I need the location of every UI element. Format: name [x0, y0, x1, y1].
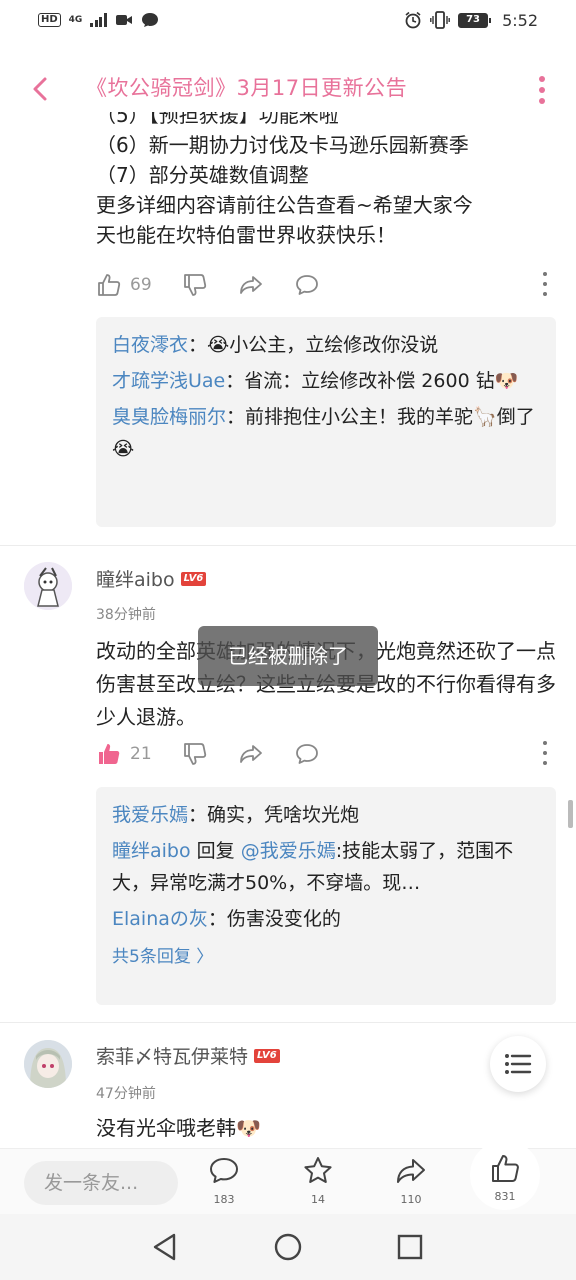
thumbs-up-filled-icon: [99, 744, 120, 764]
reply-author[interactable]: 才疏学浅Uae: [112, 370, 225, 392]
outline-button[interactable]: [490, 1036, 546, 1092]
hd-icon: HD: [38, 13, 61, 27]
thumbs-up-icon: [98, 274, 121, 296]
avatar[interactable]: [24, 562, 72, 610]
post-actions: 69: [96, 268, 556, 302]
nav-recents-icon[interactable]: [395, 1232, 425, 1262]
post-line: （7）部分英雄数值调整: [96, 163, 309, 187]
avatar[interactable]: [24, 1040, 72, 1088]
divider: [0, 1022, 576, 1023]
thumbs-down-icon: [183, 743, 206, 765]
share-button[interactable]: [238, 272, 264, 298]
status-left: HD 4G: [38, 12, 159, 28]
comment-bubble-icon: [295, 275, 318, 295]
nav-back-icon[interactable]: [150, 1232, 180, 1262]
reply-item[interactable]: 才疏学浅Uae：省流：立绘修改补偿 2600 钻🐶: [112, 365, 540, 397]
comment-author[interactable]: 瞳绊aibo LV6: [96, 565, 207, 592]
list-icon: [505, 1054, 532, 1074]
like-count: 21: [130, 744, 152, 764]
page-title: 《坎公骑冠剑》3月17日更新公告: [86, 76, 408, 100]
favorite-button[interactable]: 14: [288, 1155, 348, 1206]
status-bar: HD 4G 73 5:52: [0, 0, 576, 40]
reply-text: 省流：立绘修改补偿 2600 钻🐶: [244, 370, 519, 392]
reply-item[interactable]: 白夜澪衣：😭小公主，立绘修改你没说: [112, 329, 540, 361]
share-button[interactable]: 110: [381, 1155, 441, 1206]
favorites-count: 14: [311, 1193, 325, 1206]
signal-icon: [90, 13, 107, 27]
reply-text: 伤害没变化的: [226, 908, 341, 930]
battery-icon: 73: [458, 12, 492, 28]
post-body: （5）【预担获援】功能来啦 （6）新一期协力讨伐及卡马逊乐园新赛季 （7）部分英…: [96, 112, 556, 250]
reply-author[interactable]: Elainaの灰: [112, 908, 208, 930]
toast-message: 已经被删除了: [198, 626, 378, 686]
level-badge: LV6: [254, 1048, 280, 1063]
like-button[interactable]: 831: [475, 1152, 535, 1203]
post-line: （5）【预担获援】功能来啦: [96, 112, 339, 127]
post-line: 更多详细内容请前往公告查看~希望大家今: [96, 193, 473, 217]
vibrate-icon: [430, 11, 450, 29]
reply-author[interactable]: 瞳绊aibo: [112, 840, 191, 862]
network-type: 4G: [68, 14, 83, 25]
reply-author[interactable]: 白夜澪衣: [112, 334, 188, 356]
comment-time: 47分钟前: [96, 1086, 156, 1102]
reply-text: 确实，凭啥坎光炮: [207, 804, 360, 826]
comment-button[interactable]: [294, 741, 320, 767]
comment-bubble-icon: [210, 1158, 238, 1183]
share-arrow-icon: [239, 745, 262, 763]
likes-count: 831: [494, 1190, 516, 1203]
share-button[interactable]: [238, 741, 264, 767]
reply-item[interactable]: 臭臭脸梅丽尔：前排抱住小公主！我的羊驼🦙倒了😭: [112, 401, 540, 465]
post-line: （6）新一期协力讨伐及卡马逊乐园新赛季: [96, 133, 469, 157]
view-more-replies-link[interactable]: 共5条回复 〉: [112, 941, 540, 973]
reply-mention[interactable]: @我爱乐嫣: [241, 840, 336, 862]
share-arrow-icon: [239, 276, 262, 294]
comment-input[interactable]: 发一条友...: [24, 1161, 178, 1205]
avatar-image: [24, 1040, 72, 1088]
reply-item[interactable]: Elainaの灰：伤害没变化的: [112, 903, 540, 935]
comment-button[interactable]: [294, 272, 320, 298]
like-fab[interactable]: 831: [470, 1140, 540, 1210]
reply-author[interactable]: 我爱乐嫣: [112, 804, 188, 826]
more-options-icon[interactable]: [538, 76, 546, 104]
comment-more-icon[interactable]: [542, 741, 548, 765]
reply-author[interactable]: 臭臭脸梅丽尔: [112, 406, 226, 428]
dislike-button[interactable]: [182, 741, 208, 767]
like-button[interactable]: 21: [96, 741, 152, 767]
avatar-image: [24, 562, 72, 610]
video-icon: [115, 15, 132, 25]
back-arrow-icon[interactable]: [26, 74, 56, 104]
like-button[interactable]: 69: [96, 272, 152, 298]
comment-text: 没有光伞哦老韩🐶: [96, 1116, 261, 1140]
comment-time: 38分钟前: [96, 607, 156, 623]
reply-item[interactable]: 我爱乐嫣：确实，凭啥坎光炮: [112, 799, 540, 831]
thumbs-down-icon: [183, 274, 206, 296]
divider: [0, 545, 576, 546]
nav-home-icon[interactable]: [273, 1232, 303, 1262]
alarm-icon: [405, 11, 421, 29]
dislike-button[interactable]: [182, 272, 208, 298]
status-right: 73 5:52: [404, 11, 538, 30]
star-icon: [304, 1157, 332, 1183]
reply-item[interactable]: 瞳绊aibo 回复 @我爱乐嫣:技能太弱了，范围不大，异常吃满才50%，不穿墙。…: [112, 835, 540, 899]
like-count: 69: [130, 275, 152, 295]
post-line: 天也能在坎特伯雷世界收获快乐！: [96, 223, 396, 247]
system-nav-bar: [0, 1214, 576, 1280]
reply-box[interactable]: 我爱乐嫣：确实，凭啥坎光炮 瞳绊aibo 回复 @我爱乐嫣:技能太弱了，范围不大…: [96, 787, 556, 1005]
chat-bubble-icon: [141, 13, 158, 27]
comment-bubble-icon: [295, 744, 318, 764]
share-arrow-icon: [397, 1159, 425, 1183]
level-badge: LV6: [180, 571, 207, 586]
comments-button[interactable]: 183: [194, 1155, 254, 1206]
shares-count: 110: [400, 1193, 422, 1206]
comments-count: 183: [213, 1193, 235, 1206]
post-more-icon[interactable]: [542, 272, 548, 296]
scrollbar[interactable]: [568, 800, 573, 828]
comment-author[interactable]: 索菲〆特瓦伊莱特 LV6: [96, 1042, 280, 1069]
comment-actions: 21: [96, 737, 556, 771]
thumbs-up-icon: [492, 1155, 519, 1182]
reply-box[interactable]: 白夜澪衣：😭小公主，立绘修改你没说 才疏学浅Uae：省流：立绘修改补偿 2600…: [96, 317, 556, 527]
clock: 5:52: [502, 10, 538, 30]
reply-text: 😭小公主，立绘修改你没说: [207, 334, 439, 356]
